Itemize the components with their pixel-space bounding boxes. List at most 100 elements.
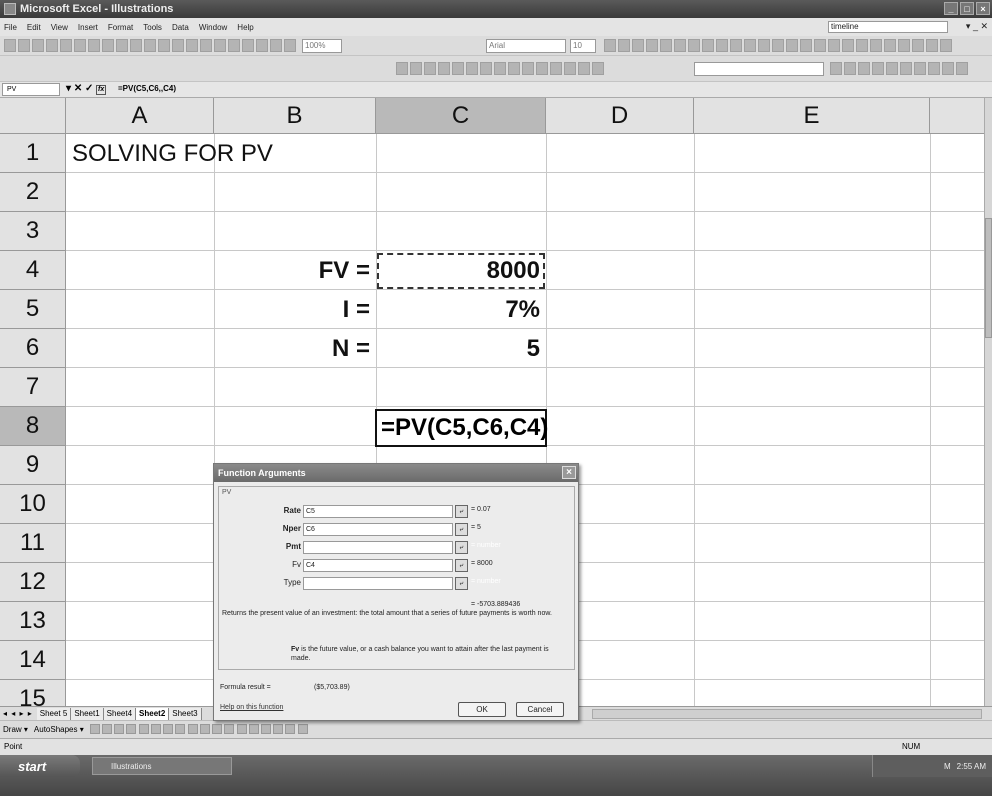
- ok-button[interactable]: OK: [458, 702, 506, 717]
- menu-window[interactable]: Window: [199, 23, 227, 32]
- dialog-title: Function Arguments: [218, 468, 306, 478]
- cell-b4-label[interactable]: FV =: [214, 251, 376, 290]
- collapse-dialog-icon[interactable]: ⤶: [455, 559, 468, 572]
- drawing-tools-icons[interactable]: [89, 723, 308, 736]
- row-header-9[interactable]: 9: [0, 446, 66, 485]
- enter-icon[interactable]: ✓: [85, 83, 93, 94]
- excel-screen: Microsoft Excel - Illustrations _ □ × Fi…: [0, 0, 992, 796]
- menu-help[interactable]: Help: [237, 23, 253, 32]
- sheet-tab-sheet3[interactable]: Sheet3: [169, 707, 202, 720]
- arg-input-rate[interactable]: C5: [303, 505, 453, 518]
- row-header-4[interactable]: 4: [0, 251, 66, 290]
- column-header-b[interactable]: B: [214, 98, 376, 134]
- column-header-c[interactable]: C: [376, 98, 546, 134]
- secondary-toolbar-icons[interactable]: [396, 62, 604, 76]
- sheet-tab-sheet2[interactable]: Sheet2: [136, 707, 170, 720]
- arg-row-rate: Rate C5 ⤶ = 0.07: [219, 505, 576, 519]
- menu-file[interactable]: File: [4, 23, 17, 32]
- ask-question-input[interactable]: timeline: [828, 21, 948, 33]
- minimize-icon[interactable]: _: [944, 2, 958, 15]
- taskbar: start Illustrations M 2:55 AM: [0, 755, 992, 796]
- function-arguments-dialog: Function Arguments × PV Rate C5 ⤶ = 0.07…: [213, 463, 579, 721]
- dialog-title-bar[interactable]: Function Arguments ×: [214, 464, 578, 482]
- formatting-toolbar-icons[interactable]: [604, 39, 952, 53]
- row-header-13[interactable]: 13: [0, 602, 66, 641]
- collapse-dialog-icon[interactable]: ⤶: [455, 577, 468, 590]
- row-header-8[interactable]: 8: [0, 407, 66, 446]
- cancel-icon[interactable]: ✕: [74, 83, 82, 94]
- argument-help-name: Fv: [291, 646, 300, 653]
- style-select[interactable]: [694, 62, 824, 76]
- arg-input-fv[interactable]: C4: [303, 559, 453, 572]
- menu-insert[interactable]: Insert: [78, 23, 98, 32]
- font-select[interactable]: Arial: [486, 39, 566, 53]
- row-header-11[interactable]: 11: [0, 524, 66, 563]
- arg-input-pmt[interactable]: [303, 541, 453, 554]
- close-icon[interactable]: ×: [976, 2, 990, 15]
- cell-b6-label[interactable]: N =: [214, 329, 376, 368]
- row-header-14[interactable]: 14: [0, 641, 66, 680]
- formula-input[interactable]: =PV(C5,C6,,C4): [118, 84, 176, 93]
- cancel-button[interactable]: Cancel: [516, 702, 564, 717]
- workbook-window-controls[interactable]: ▾ _ ✕: [966, 21, 988, 32]
- taskbar-item-illustrations[interactable]: Illustrations: [92, 757, 232, 775]
- sheet-tab-sheet1[interactable]: Sheet1: [71, 707, 104, 720]
- row-header-3[interactable]: 3: [0, 212, 66, 251]
- column-header-f[interactable]: [930, 98, 984, 134]
- font-size-select[interactable]: 10: [570, 39, 596, 53]
- dropdown-arrow-icon[interactable]: ▾: [66, 83, 71, 94]
- tab-navigation-arrows[interactable]: ◂ ◂ ▸ ▸: [3, 709, 33, 718]
- menu-data[interactable]: Data: [172, 23, 189, 32]
- row-header-12[interactable]: 12: [0, 563, 66, 602]
- help-on-function-link[interactable]: Help on this function: [220, 704, 283, 711]
- column-header-d[interactable]: D: [546, 98, 694, 134]
- row-header-7[interactable]: 7: [0, 368, 66, 407]
- cell-a1-title[interactable]: SOLVING FOR PV: [66, 134, 273, 173]
- column-header-e[interactable]: E: [694, 98, 930, 134]
- vertical-scrollbar[interactable]: [984, 98, 992, 706]
- cell-b5-label[interactable]: I =: [214, 290, 376, 329]
- row-header-10[interactable]: 10: [0, 485, 66, 524]
- row-header-15[interactable]: 15: [0, 680, 66, 706]
- insert-function-icon[interactable]: fx: [96, 85, 107, 95]
- start-button[interactable]: start: [0, 755, 80, 777]
- draw-menu[interactable]: Draw ▾: [3, 725, 28, 734]
- arguments-group: PV Rate C5 ⤶ = 0.07 Nper C6 ⤶ = 5 Pmt ⤶ …: [218, 486, 575, 670]
- menu-tools[interactable]: Tools: [143, 23, 162, 32]
- row-header-6[interactable]: 6: [0, 329, 66, 368]
- collapse-dialog-icon[interactable]: ⤶: [455, 505, 468, 518]
- sheet-tab-sheet4[interactable]: Sheet4: [103, 707, 137, 720]
- tray-letter[interactable]: M: [944, 762, 951, 771]
- arg-label-fv: Fv: [292, 560, 301, 569]
- sheet-tab-sheet5[interactable]: Sheet 5: [36, 707, 72, 720]
- secondary-toolbar: [0, 56, 992, 82]
- arg-input-type[interactable]: [303, 577, 453, 590]
- horizontal-scrollbar[interactable]: [592, 709, 982, 719]
- collapse-dialog-icon[interactable]: ⤶: [455, 523, 468, 536]
- zoom-select[interactable]: 100%: [302, 39, 342, 53]
- vertical-scroll-thumb[interactable]: [985, 218, 992, 338]
- cell-c8-editing[interactable]: =PV(C5,C6,C4): [375, 409, 548, 447]
- arg-row-pmt: Pmt ⤶ = number: [219, 541, 576, 555]
- dialog-close-icon[interactable]: ×: [562, 466, 576, 479]
- standard-toolbar-icons[interactable]: [4, 39, 296, 53]
- row-header-5[interactable]: 5: [0, 290, 66, 329]
- row-header-2[interactable]: 2: [0, 173, 66, 212]
- window-title: Microsoft Excel - Illustrations: [20, 3, 174, 15]
- cell-c6-value[interactable]: 5: [376, 329, 546, 368]
- menu-edit[interactable]: Edit: [27, 23, 41, 32]
- menu-view[interactable]: View: [51, 23, 68, 32]
- menu-format[interactable]: Format: [108, 23, 133, 32]
- drawing-quick-icons[interactable]: [830, 62, 968, 76]
- select-all-corner[interactable]: [0, 98, 66, 134]
- maximize-icon[interactable]: □: [960, 2, 974, 15]
- arg-row-type: Type ⤶ = number: [219, 577, 576, 591]
- row-header-1[interactable]: 1: [0, 134, 66, 173]
- collapse-dialog-icon[interactable]: ⤶: [455, 541, 468, 554]
- cell-c5-value[interactable]: 7%: [376, 290, 546, 329]
- column-header-a[interactable]: A: [66, 98, 214, 134]
- autoshapes-menu[interactable]: AutoShapes ▾: [34, 725, 84, 734]
- arg-input-nper[interactable]: C6: [303, 523, 453, 536]
- name-box[interactable]: PV: [2, 83, 60, 96]
- arg-result-rate: = 0.07: [471, 506, 491, 513]
